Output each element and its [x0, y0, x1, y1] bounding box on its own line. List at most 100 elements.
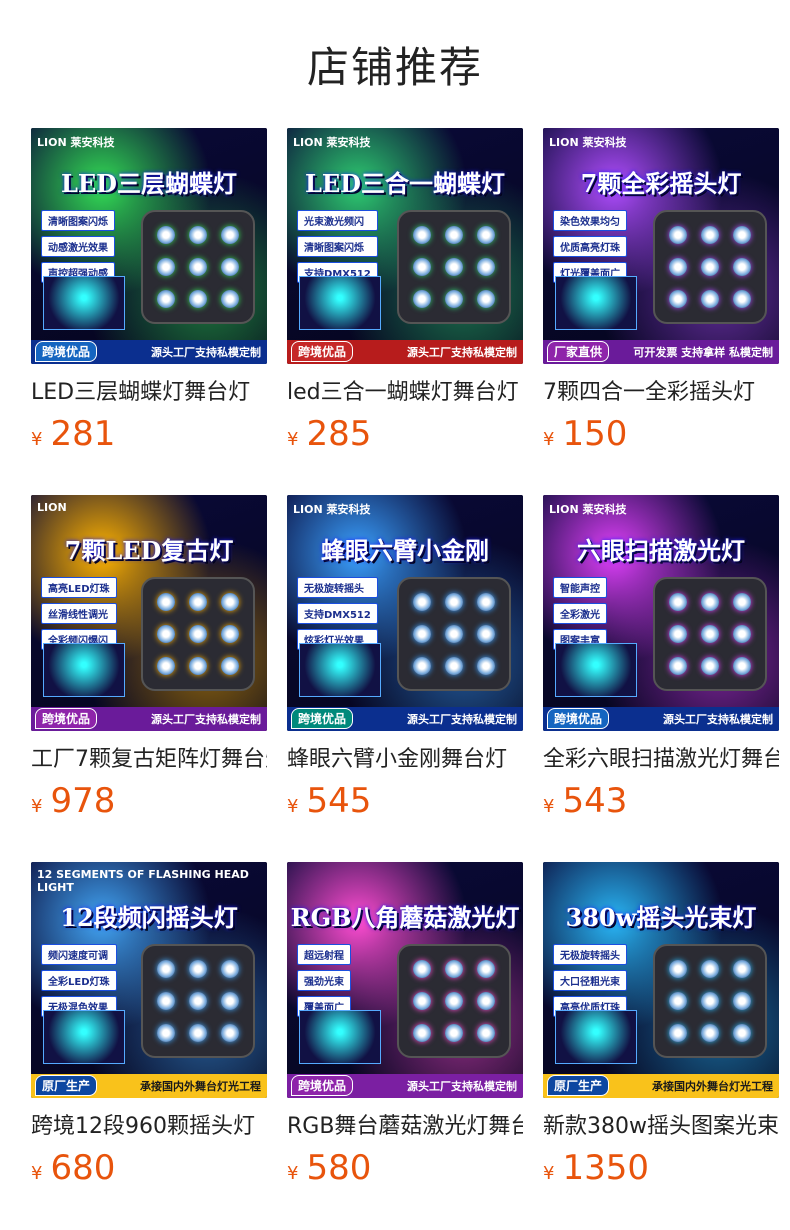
- lens: [189, 258, 207, 276]
- brand-logo: LION: [37, 501, 67, 514]
- feature-badge: 全彩LED灯珠: [41, 970, 117, 991]
- image-footer: 跨境优品 源头工厂支持私模定制: [31, 340, 267, 364]
- lens: [221, 226, 239, 244]
- currency-symbol: ¥: [543, 429, 555, 450]
- product-image[interactable]: LION 莱安科技 蜂眼六臂小金刚 无极旋转摇头 支持DMX512 炫彩灯光效果 跨境优品…: [287, 495, 523, 731]
- currency-symbol: ¥: [543, 1163, 555, 1184]
- feature-badge: 清晰图案闪烁: [297, 236, 378, 257]
- product-name[interactable]: 7颗四合一全彩摇头灯: [543, 378, 779, 408]
- brand-logo: 12 SEGMENTS OF FLASHING HEAD LIGHT: [37, 868, 249, 894]
- stage-light-device: [397, 944, 511, 1058]
- product-card[interactable]: 12 SEGMENTS OF FLASHING HEAD LIGHT 12段频闪摇…: [31, 862, 267, 1194]
- lens: [477, 992, 495, 1010]
- product-image[interactable]: LION 莱安科技 六眼扫描激光灯 智能声控 全彩激光 图案丰富 跨境优品 源头工厂支持私模…: [543, 495, 779, 731]
- lens: [733, 657, 751, 675]
- product-name[interactable]: RGB舞台蘑菇激光灯舞台灯: [287, 1112, 523, 1142]
- product-image[interactable]: 12 SEGMENTS OF FLASHING HEAD LIGHT 12段频闪摇…: [31, 862, 267, 1098]
- lens: [477, 593, 495, 611]
- lens: [413, 593, 431, 611]
- lens: [445, 1024, 463, 1042]
- product-card[interactable]: LION 莱安科技 LED三层蝴蝶灯 清晰图案闪烁 动感激光效果 声控超强动感 跨境优品源…: [31, 128, 267, 460]
- lens: [221, 290, 239, 308]
- lens: [669, 226, 687, 244]
- brand-logo: LION 莱安科技: [549, 136, 627, 149]
- lens: [733, 593, 751, 611]
- feature-badge: 清晰图案闪烁: [41, 210, 115, 231]
- lens: [669, 960, 687, 978]
- product-price: ¥281: [31, 414, 267, 460]
- lens: [669, 657, 687, 675]
- lens: [669, 1024, 687, 1042]
- product-name[interactable]: 新款380w摇头图案光束灯: [543, 1112, 779, 1142]
- lens: [221, 258, 239, 276]
- lens: [413, 992, 431, 1010]
- price-value: 545: [306, 781, 372, 821]
- product-card[interactable]: LION 莱安科技 LED三合一蝴蝶灯 光束激光频闪 清晰图案闪烁 支持DMX512 跨境…: [287, 128, 523, 460]
- image-headline: 7颗全彩摇头灯: [580, 169, 742, 198]
- lens: [157, 593, 175, 611]
- price-value: 1350: [562, 1148, 649, 1188]
- lens: [221, 960, 239, 978]
- stage-light-device: [141, 944, 255, 1058]
- effect-preview: [299, 276, 381, 330]
- product-card[interactable]: LION 莱安科技 7颗全彩摇头灯 染色效果均匀 优质高亮灯珠 灯光覆盖面广 厂家直供 可开…: [543, 128, 779, 460]
- lens: [445, 290, 463, 308]
- lens: [413, 657, 431, 675]
- price-value: 285: [306, 414, 372, 454]
- product-name[interactable]: led三合一蝴蝶灯舞台灯: [287, 378, 523, 408]
- lens: [157, 960, 175, 978]
- lens: [669, 992, 687, 1010]
- product-price: ¥285: [287, 414, 523, 460]
- lens: [189, 593, 207, 611]
- product-name[interactable]: 跨境12段960颗摇头灯: [31, 1112, 267, 1142]
- lens: [157, 625, 175, 643]
- promo-slogan: 源头工厂支持私模定制: [407, 346, 517, 359]
- lens: [189, 290, 207, 308]
- lens: [189, 960, 207, 978]
- lens: [477, 258, 495, 276]
- product-price: ¥150: [543, 414, 779, 460]
- currency-symbol: ¥: [31, 1163, 43, 1184]
- lens: [733, 1024, 751, 1042]
- stage-light-device: [653, 944, 767, 1058]
- promo-slogan: 源头工厂支持私模定制: [663, 713, 773, 726]
- lens: [477, 960, 495, 978]
- product-name[interactable]: 工厂7颗复古矩阵灯舞台灯: [31, 745, 267, 775]
- product-image[interactable]: LION 莱安科技 LED三合一蝴蝶灯 光束激光频闪 清晰图案闪烁 支持DMX512 跨境…: [287, 128, 523, 364]
- promo-tag: 跨境优品: [291, 341, 354, 362]
- product-card[interactable]: LION 7颗LED复古灯 高亮LED灯珠 丝滑线性调光 全彩频闪爆闪 跨境优品 源头工厂支…: [31, 495, 267, 827]
- lens: [477, 657, 495, 675]
- product-card[interactable]: LION 莱安科技 蜂眼六臂小金刚 无极旋转摇头 支持DMX512 炫彩灯光效果 跨境优品…: [287, 495, 523, 827]
- product-name[interactable]: LED三层蝴蝶灯舞台灯: [31, 378, 267, 408]
- effect-preview: [555, 1010, 637, 1064]
- product-image[interactable]: LION 7颗LED复古灯 高亮LED灯珠 丝滑线性调光 全彩频闪爆闪 跨境优品 源头工厂支…: [31, 495, 267, 731]
- product-price: ¥680: [31, 1148, 267, 1194]
- product-name[interactable]: 蜂眼六臂小金刚舞台灯: [287, 745, 523, 775]
- product-card[interactable]: LION 莱安科技 六眼扫描激光灯 智能声控 全彩激光 图案丰富 跨境优品 源头工厂支持私模…: [543, 495, 779, 827]
- brand-logo: LION 莱安科技: [293, 136, 371, 149]
- price-value: 580: [306, 1148, 372, 1188]
- lens: [701, 593, 719, 611]
- stage-light-device: [653, 210, 767, 324]
- lens: [189, 1024, 207, 1042]
- product-card[interactable]: 380w摇头光束灯 无极旋转摇头 大口径粗光束 高亮优质灯珠 原厂生产 承接国内外舞台灯光…: [543, 862, 779, 1194]
- lens: [189, 625, 207, 643]
- lens: [701, 258, 719, 276]
- product-image[interactable]: 380w摇头光束灯 无极旋转摇头 大口径粗光束 高亮优质灯珠 原厂生产 承接国内外舞台灯光…: [543, 862, 779, 1098]
- lens: [477, 226, 495, 244]
- lens: [157, 258, 175, 276]
- feature-badge: 高亮LED灯珠: [41, 577, 117, 598]
- lens: [413, 290, 431, 308]
- feature-badge: 智能声控: [553, 577, 607, 598]
- lens: [701, 992, 719, 1010]
- price-value: 978: [50, 781, 116, 821]
- product-image[interactable]: LION 莱安科技 LED三层蝴蝶灯 清晰图案闪烁 动感激光效果 声控超强动感 跨境优品源…: [31, 128, 267, 364]
- product-image[interactable]: LION 莱安科技 7颗全彩摇头灯 染色效果均匀 优质高亮灯珠 灯光覆盖面广 厂家直供 可开…: [543, 128, 779, 364]
- product-name[interactable]: 全彩六眼扫描激光灯舞台灯: [543, 745, 779, 775]
- lens: [733, 258, 751, 276]
- product-image[interactable]: RGB八角蘑菇激光灯 超远射程 强劲光束 覆盖面广 跨境优品 源头工厂支持私模定制: [287, 862, 523, 1098]
- product-price: ¥545: [287, 781, 523, 827]
- lens: [445, 960, 463, 978]
- product-card[interactable]: RGB八角蘑菇激光灯 超远射程 强劲光束 覆盖面广 跨境优品 源头工厂支持私模定制 RGB舞…: [287, 862, 523, 1194]
- promo-tag: 厂家直供: [547, 341, 610, 362]
